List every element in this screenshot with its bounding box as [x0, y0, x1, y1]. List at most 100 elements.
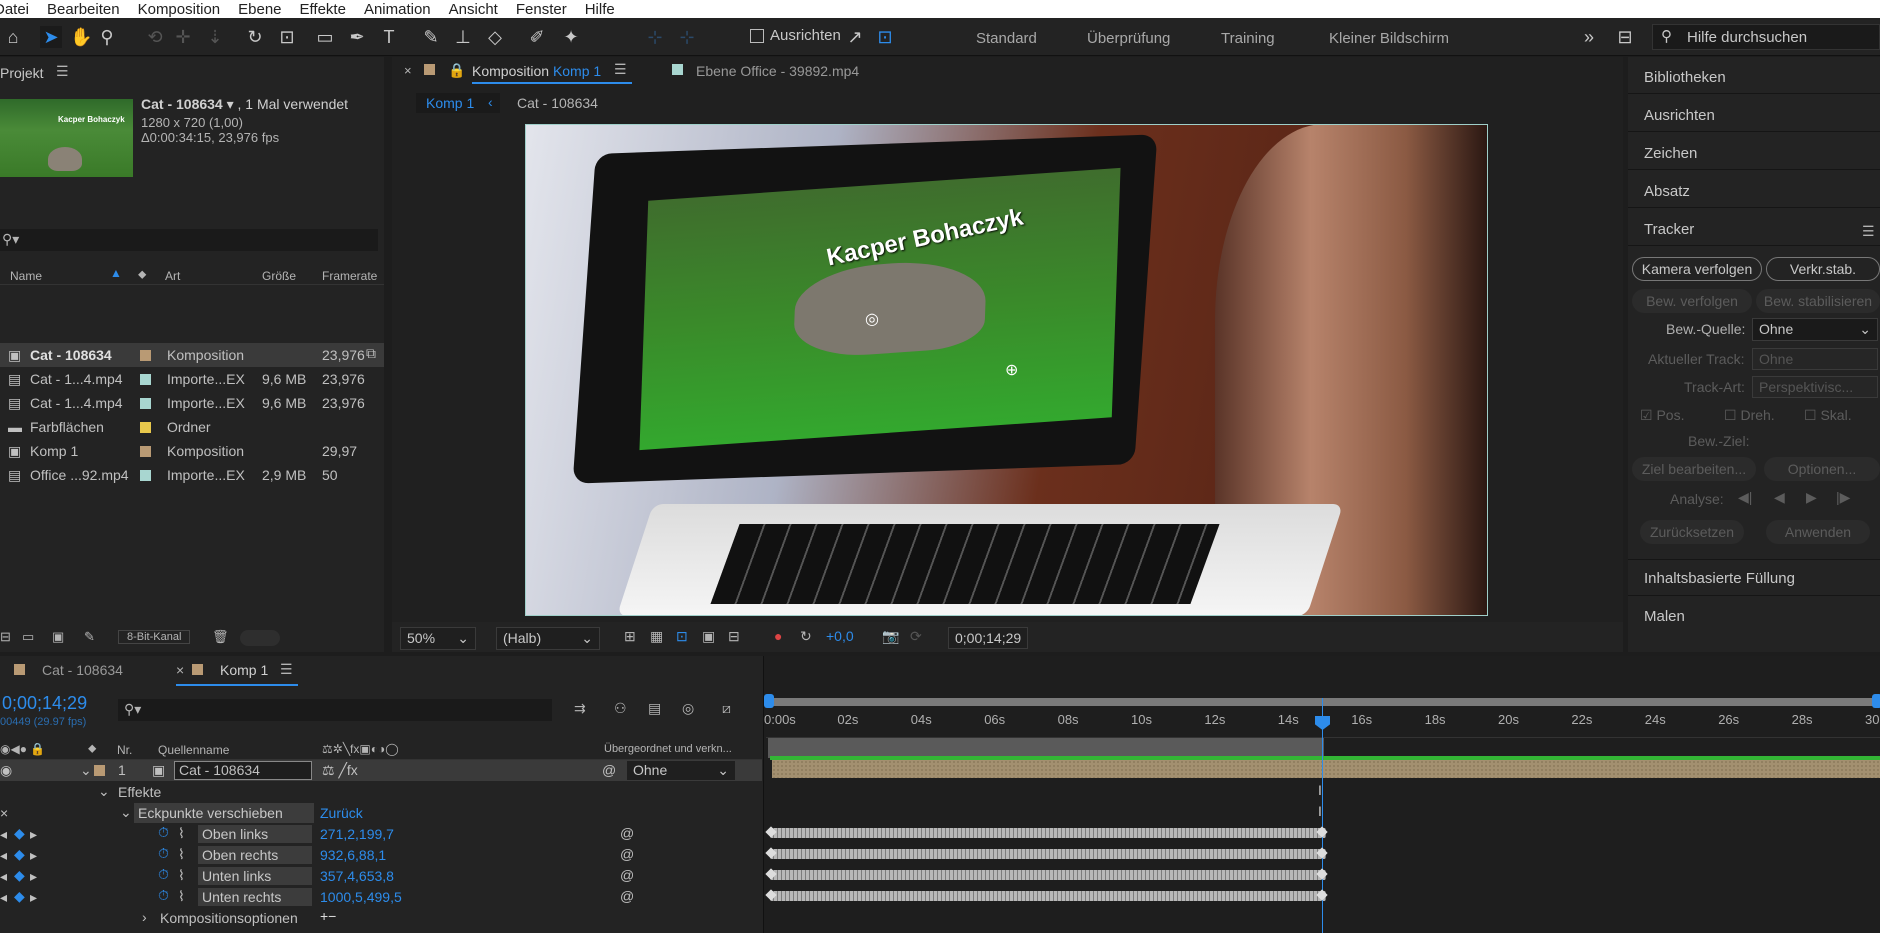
- warp-stabilizer-button[interactable]: Verkr.stab.: [1766, 257, 1880, 281]
- effect-reset[interactable]: Zurück: [320, 805, 363, 821]
- type-tool-icon[interactable]: T: [378, 26, 400, 48]
- roto-brush-icon[interactable]: ✐: [526, 26, 548, 48]
- trash-icon[interactable]: 🗑: [212, 629, 229, 645]
- analyze-back-step-icon[interactable]: ◀|: [1738, 489, 1752, 506]
- timeline-tab-komp1[interactable]: Komp 1: [220, 662, 268, 678]
- local-axis-icon[interactable]: ⊹: [644, 26, 666, 48]
- keyframe-next-icon[interactable]: ▸: [30, 847, 37, 864]
- analyze-forward-icon[interactable]: ▶: [1806, 489, 1817, 506]
- label-tag-icon[interactable]: ⬥: [88, 741, 96, 756]
- reset-button[interactable]: Zurücksetzen: [1640, 520, 1744, 544]
- project-item-row[interactable]: ▤ Office ...92.mp4 Importe...EX 2,9 MB 50: [0, 463, 384, 487]
- rotation-checkbox[interactable]: ☐ Dreh.: [1724, 407, 1775, 424]
- keyframe-add-icon[interactable]: ◆: [14, 825, 25, 842]
- effect-property-row[interactable]: ◂ ◆ ▸ ⏱ ⌇ Unten rechts 1000,5,499,5 @: [0, 887, 762, 908]
- comp-viewer[interactable]: Kacper Bohaczyk ◎ ⊕: [525, 124, 1488, 616]
- layer-switches[interactable]: ⚖ ╱fx: [322, 762, 358, 779]
- flowchart-icon[interactable]: ⧉: [366, 345, 376, 362]
- apply-button[interactable]: Anwenden: [1766, 520, 1870, 544]
- expression-pickwhip-icon[interactable]: @: [620, 888, 634, 904]
- workspace-standard[interactable]: Standard: [976, 30, 1037, 47]
- effect-row[interactable]: × ⌄ Eckpunkte verschieben Zurück: [0, 803, 762, 824]
- snapshot-icon[interactable]: 📷: [882, 628, 899, 645]
- layer-tab[interactable]: Ebene Office - 39892.mp4: [696, 63, 859, 79]
- mask-path-icon[interactable]: ⊡: [676, 628, 688, 645]
- motion-source-dropdown[interactable]: Ohne ⌄: [1752, 318, 1878, 341]
- keyframe-next-icon[interactable]: ▸: [30, 889, 37, 906]
- track-camera-button[interactable]: Kamera verfolgen: [1632, 257, 1762, 281]
- work-area-bar[interactable]: [768, 698, 1880, 706]
- graph-icon[interactable]: ⌇: [178, 867, 185, 884]
- home-icon[interactable]: ⌂: [2, 26, 24, 48]
- right-panel-item[interactable]: Absatz: [1644, 183, 1690, 200]
- lock-icon[interactable]: 🔒: [448, 62, 465, 79]
- transparency-grid-icon[interactable]: ▦: [650, 628, 663, 645]
- eraser-tool-icon[interactable]: ◇: [484, 26, 506, 48]
- sort-arrow-icon[interactable]: ▲: [110, 266, 122, 280]
- menu-effects[interactable]: Effekte: [300, 1, 346, 18]
- color-channels-icon[interactable]: ●: [774, 628, 782, 644]
- project-item-row[interactable]: ▤ Cat - 1...4.mp4 Importe...EX 9,6 MB 23,976: [0, 367, 384, 391]
- keyframe-add-icon[interactable]: ◆: [14, 888, 25, 905]
- fx-toggle-icon[interactable]: ×: [0, 805, 8, 821]
- item-label-color[interactable]: [140, 446, 151, 457]
- scale-checkbox[interactable]: ☐ Skal.: [1804, 407, 1852, 424]
- zoom-dropdown[interactable]: 50% ⌄: [400, 627, 476, 650]
- col-type[interactable]: Art: [165, 269, 180, 283]
- expression-pickwhip-icon[interactable]: @: [620, 825, 634, 841]
- workspace-small-screen[interactable]: Kleiner Bildschirm: [1329, 30, 1449, 47]
- layer-duration-bar[interactable]: [772, 760, 1880, 778]
- label-tag-icon[interactable]: ⬥: [138, 267, 146, 282]
- frame-blending-icon[interactable]: ▤: [648, 700, 661, 717]
- track-type-dropdown[interactable]: Perspektivisc...: [1752, 376, 1878, 398]
- col-parent[interactable]: Übergeordnet und verkn...: [604, 743, 732, 755]
- corner-pin-icon[interactable]: ◎: [865, 309, 879, 329]
- property-value[interactable]: 271,2,199,7: [320, 826, 394, 842]
- paint-item[interactable]: Malen: [1644, 608, 1685, 625]
- breadcrumb-cat[interactable]: Cat - 108634: [517, 95, 598, 111]
- stopwatch-icon[interactable]: ⏱: [158, 866, 169, 883]
- property-value[interactable]: 932,6,88,1: [320, 847, 386, 863]
- comp-mini-flowchart-icon[interactable]: ⇉: [574, 700, 586, 717]
- menu-file[interactable]: Datei: [0, 1, 29, 18]
- position-checkbox[interactable]: ☑ Pos.: [1640, 407, 1684, 424]
- pickwhip-icon[interactable]: @: [602, 762, 616, 778]
- property-value[interactable]: 1000,5,499,5: [320, 889, 402, 905]
- keyframe-add-icon[interactable]: ◆: [14, 867, 25, 884]
- menu-view[interactable]: Ansicht: [449, 1, 498, 18]
- stopwatch-icon[interactable]: ⏱: [158, 824, 169, 841]
- keyframe-next-icon[interactable]: ▸: [30, 868, 37, 885]
- close-tab-icon[interactable]: ×: [176, 662, 184, 678]
- keyframe-nav-icon[interactable]: ◂: [0, 868, 7, 885]
- panel-menu-icon[interactable]: ☰: [614, 61, 627, 78]
- cache-toggle[interactable]: [240, 630, 280, 646]
- track-motion-button[interactable]: Bew. verfolgen: [1632, 289, 1752, 313]
- expression-pickwhip-icon[interactable]: @: [620, 846, 634, 862]
- workspace-training[interactable]: Training: [1221, 30, 1275, 47]
- keyframe-add-icon[interactable]: ◆: [14, 846, 25, 863]
- world-axis-icon[interactable]: ⊹: [676, 26, 698, 48]
- effect-name[interactable]: Eckpunkte verschieben: [134, 803, 314, 823]
- options-button[interactable]: Optionen...: [1764, 457, 1880, 481]
- current-track-dropdown[interactable]: Ohne: [1752, 348, 1878, 370]
- menu-composition[interactable]: Komposition: [138, 1, 221, 18]
- workspace-review[interactable]: Überprüfung: [1087, 30, 1170, 47]
- work-area-start-handle[interactable]: [764, 694, 774, 708]
- stabilize-motion-button[interactable]: Bew. stabilisieren: [1756, 289, 1880, 313]
- menu-animation[interactable]: Animation: [364, 1, 431, 18]
- work-area-end-handle[interactable]: [1872, 694, 1880, 708]
- item-label-color[interactable]: [140, 470, 151, 481]
- right-panel-item[interactable]: Zeichen: [1644, 145, 1697, 162]
- col-framerate[interactable]: Framerate: [322, 269, 377, 283]
- graph-icon[interactable]: ⌇: [178, 888, 185, 905]
- eye-icon[interactable]: ◉: [0, 762, 12, 779]
- menu-edit[interactable]: Bearbeiten: [47, 1, 120, 18]
- resolution-dropdown[interactable]: (Halb) ⌄: [496, 627, 600, 650]
- guides-icon[interactable]: ⊟: [728, 628, 740, 645]
- parent-dropdown[interactable]: Ohne ⌄: [626, 760, 736, 781]
- layer-row[interactable]: ◉ ⌄ 1 ▣ Cat - 108634 ⚖ ╱fx @ Ohne ⌄: [0, 760, 762, 781]
- keyframe-nav-icon[interactable]: ◂: [0, 889, 7, 906]
- layer-label-color[interactable]: [94, 765, 105, 776]
- settings-icon[interactable]: ✎: [84, 629, 95, 645]
- reset-exposure-icon[interactable]: ↻: [800, 628, 812, 645]
